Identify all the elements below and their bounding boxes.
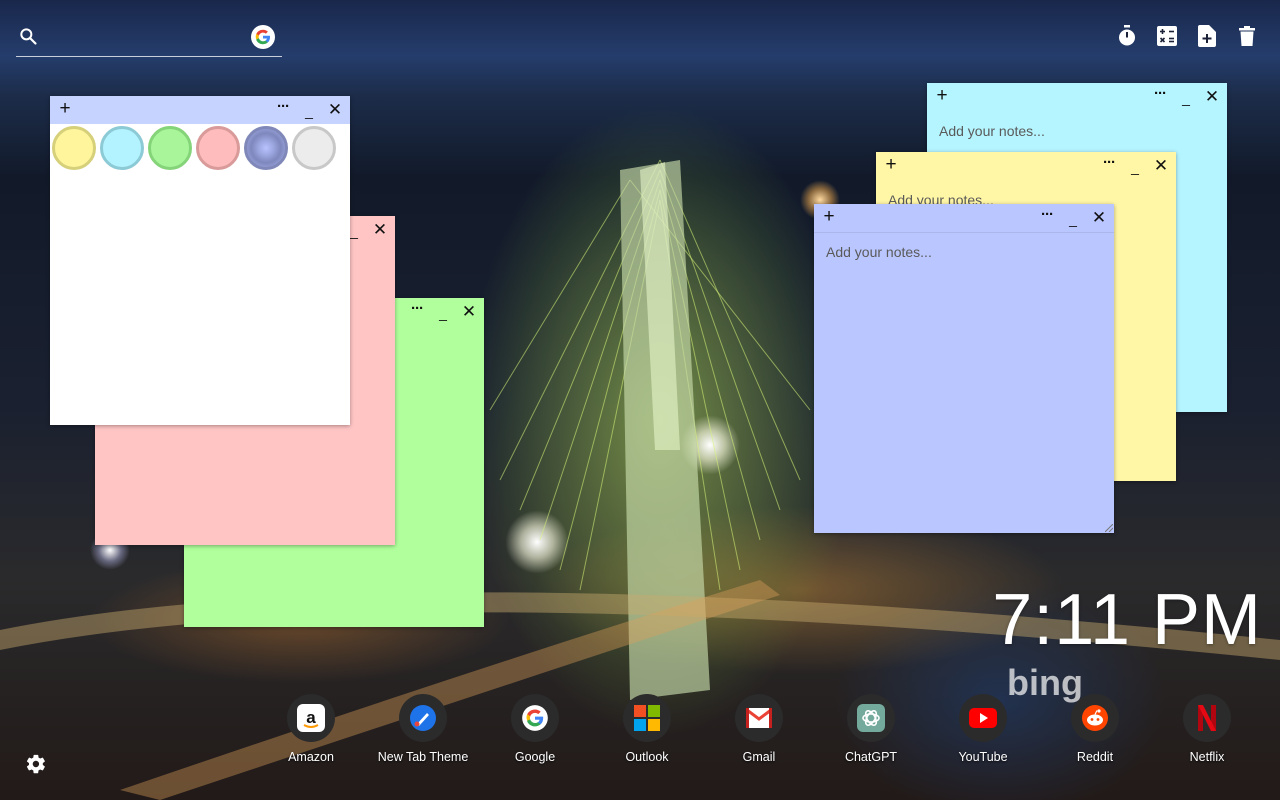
add-note-icon[interactable]: + (54, 96, 76, 124)
color-swatch-purple[interactable] (244, 126, 288, 170)
bridge-pylon-graphic (489, 159, 811, 700)
shortcut-label: Netflix (1189, 750, 1225, 764)
close-icon[interactable]: ✕ (1201, 83, 1223, 111)
color-swatch-cyan[interactable] (100, 126, 144, 170)
shortcut-label: New Tab Theme (377, 750, 469, 764)
shortcut-label: Amazon (288, 750, 334, 764)
shortcut-label: YouTube (958, 750, 1008, 764)
city-light-glow (680, 415, 740, 475)
close-icon[interactable]: ✕ (458, 298, 480, 326)
more-options-icon[interactable]: ··· (1098, 152, 1120, 180)
shortcut-youtube[interactable]: YouTube (927, 694, 1039, 764)
more-options-icon[interactable]: ··· (406, 298, 428, 326)
more-options-icon[interactable]: ··· (272, 96, 294, 124)
note-text-area[interactable] (824, 242, 1104, 523)
shortcut-amazon[interactable]: a Amazon (255, 694, 367, 764)
trash-icon[interactable] (1236, 24, 1258, 48)
calculator-icon[interactable] (1156, 24, 1178, 48)
shortcut-outlook[interactable]: Outlook (591, 694, 703, 764)
minimize-icon[interactable]: _ (1175, 83, 1197, 111)
svg-text:a: a (306, 708, 316, 727)
gmail-icon (746, 708, 772, 728)
shortcut-label: ChatGPT (844, 750, 898, 764)
city-light-glow (505, 510, 569, 574)
resize-handle-icon[interactable] (1105, 524, 1113, 532)
more-options-icon[interactable]: ··· (1149, 83, 1171, 111)
netflix-icon (1198, 705, 1216, 731)
clock: 7:11 PM (992, 580, 1262, 660)
shortcut-label: Outlook (625, 750, 669, 764)
close-icon[interactable]: ✕ (369, 216, 391, 244)
minimize-icon[interactable]: _ (1124, 152, 1146, 180)
color-swatch-pink[interactable] (196, 126, 240, 170)
shortcut-label: Google (514, 750, 556, 764)
search-bar (16, 22, 282, 57)
note-divider (814, 232, 1114, 233)
shortcut-label: Reddit (1076, 750, 1114, 764)
close-icon[interactable]: ✕ (1088, 204, 1110, 232)
top-toolbar (1116, 24, 1258, 48)
outlook-icon (634, 705, 660, 731)
google-icon (522, 705, 548, 731)
color-swatch-yellow[interactable] (52, 126, 96, 170)
amazon-icon: a (297, 704, 325, 732)
shortcut-reddit[interactable]: Reddit (1039, 694, 1151, 764)
add-note-icon[interactable]: + (931, 83, 953, 111)
google-search-engine-icon[interactable] (251, 25, 275, 49)
shortcuts-dock: a Amazon New Tab Theme Google Outlook Gm… (0, 694, 1280, 774)
new-tab-theme-icon (410, 705, 436, 731)
color-swatch-gray[interactable] (292, 126, 336, 170)
timer-icon[interactable] (1116, 24, 1138, 48)
shortcut-gmail[interactable]: Gmail (703, 694, 815, 764)
chatgpt-icon (857, 704, 885, 732)
new-note-icon[interactable] (1196, 24, 1218, 48)
close-icon[interactable]: ✕ (1150, 152, 1172, 180)
youtube-icon (969, 708, 997, 728)
minimize-icon[interactable]: _ (298, 96, 320, 124)
add-note-icon[interactable]: + (818, 204, 840, 232)
search-input[interactable] (50, 24, 254, 52)
reddit-icon (1082, 705, 1108, 731)
shortcut-google[interactable]: Google (479, 694, 591, 764)
color-swatch-green[interactable] (148, 126, 192, 170)
minimize-icon[interactable]: _ (432, 298, 454, 326)
more-options-icon[interactable]: ··· (1036, 204, 1058, 232)
shortcut-netflix[interactable]: Netflix (1151, 694, 1263, 764)
shortcut-chatgpt[interactable]: ChatGPT (815, 694, 927, 764)
sticky-note-purple[interactable]: + ··· _ ✕ (814, 204, 1114, 533)
gear-icon[interactable] (25, 753, 47, 775)
minimize-icon[interactable]: _ (1062, 204, 1084, 232)
shortcut-label: Gmail (742, 750, 776, 764)
sticky-note-white[interactable]: + ··· _ ✕ (50, 96, 350, 425)
color-palette (52, 126, 336, 170)
search-icon[interactable] (18, 26, 38, 46)
shortcut-new-tab-theme[interactable]: New Tab Theme (367, 694, 479, 764)
add-note-icon[interactable]: + (880, 152, 902, 180)
close-icon[interactable]: ✕ (324, 96, 346, 124)
